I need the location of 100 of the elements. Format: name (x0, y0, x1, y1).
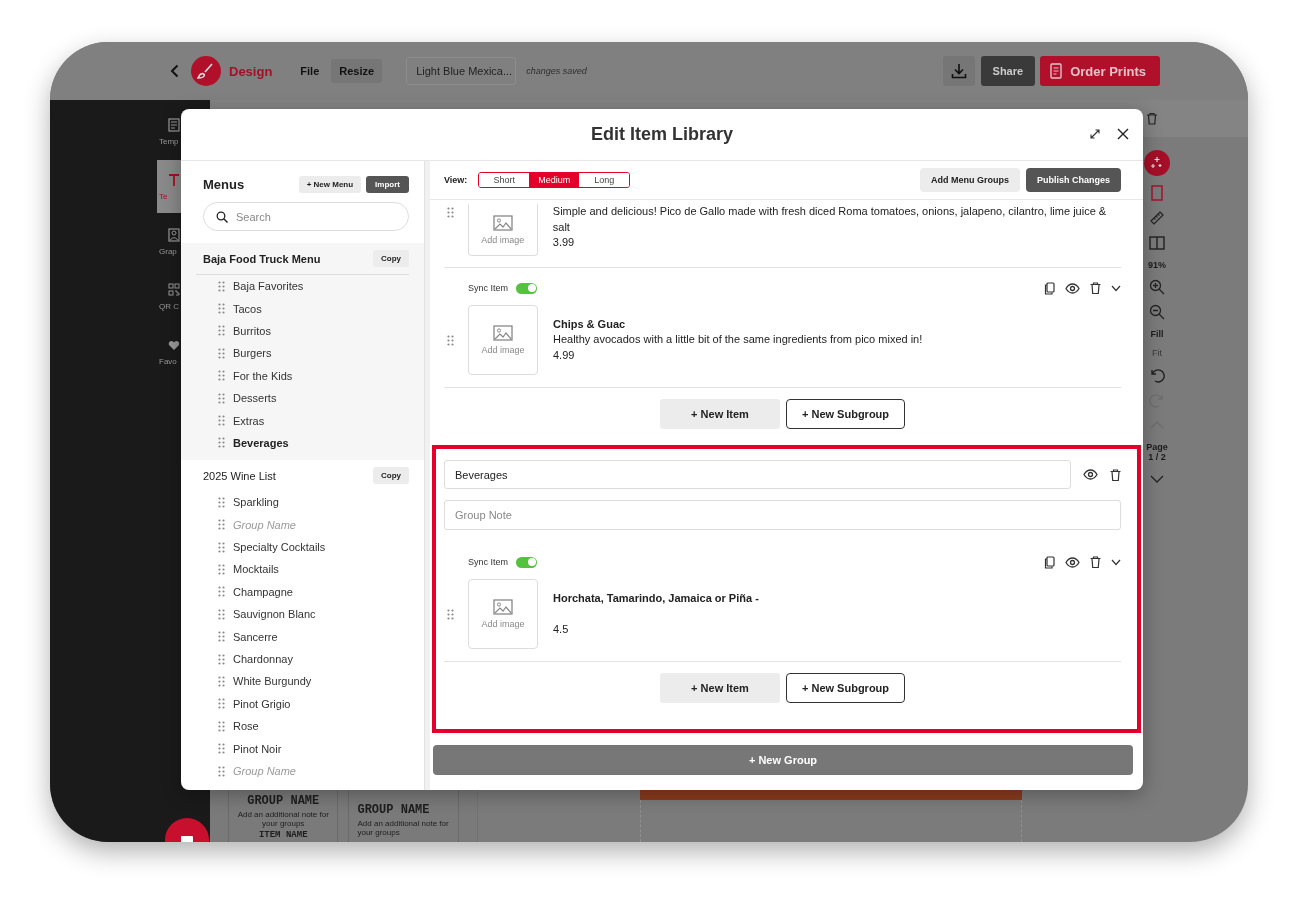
menu-group-item[interactable]: Burgers (181, 342, 424, 365)
file-menu[interactable]: File (292, 59, 328, 83)
chevron-down-icon[interactable] (1111, 284, 1121, 292)
item-price: 4.5 (553, 621, 570, 637)
drag-handle-icon[interactable] (218, 608, 225, 620)
new-group-button[interactable]: + New Group (433, 745, 1133, 775)
drag-handle-icon[interactable] (218, 392, 225, 404)
menu-group-item[interactable]: Rose (181, 715, 424, 738)
eye-icon[interactable] (1083, 469, 1098, 480)
menu-group-item[interactable]: Sauvignon Blanc (181, 603, 424, 626)
ruler-icon[interactable] (1149, 210, 1165, 226)
menu-group-item[interactable]: Extras (181, 409, 424, 432)
menu-group-item[interactable]: White Burgundy (181, 670, 424, 693)
drag-handle-icon[interactable] (447, 334, 454, 346)
drag-handle-icon[interactable] (218, 541, 225, 553)
sparkle-button[interactable] (1144, 150, 1170, 176)
drag-handle-icon[interactable] (218, 720, 225, 732)
menu-group-item[interactable]: Chardonnay (181, 647, 424, 671)
drag-handle-icon[interactable] (218, 496, 225, 508)
menu-group-item[interactable]: Champagne (181, 580, 424, 604)
trash-icon[interactable] (1090, 282, 1101, 294)
add-image-button[interactable]: Add image (467, 204, 538, 256)
menu-group-item[interactable]: Desserts (181, 386, 424, 410)
new-subgroup-button[interactable]: + New Subgroup (786, 399, 905, 429)
back-icon[interactable] (170, 64, 179, 78)
menu-group-item[interactable]: Specialty Cocktails (181, 535, 424, 559)
menu-group-item[interactable]: For the Kids (181, 364, 424, 387)
group-name-field[interactable]: Beverages (444, 460, 1071, 489)
order-prints-button[interactable]: Order Prints (1040, 56, 1160, 86)
zoom-out-icon[interactable] (1149, 304, 1165, 320)
menu-group-item[interactable]: Sparkling (181, 491, 424, 514)
add-image-button[interactable]: Add image (468, 579, 538, 649)
drag-handle-icon[interactable] (218, 347, 225, 359)
drag-handle-icon[interactable] (218, 415, 225, 427)
drag-handle-icon[interactable] (447, 608, 454, 620)
page-icon[interactable] (1149, 185, 1165, 201)
copy-icon[interactable] (1044, 555, 1055, 569)
drag-handle-icon[interactable] (447, 207, 454, 218)
new-subgroup-button[interactable]: + New Subgroup (786, 673, 905, 703)
tool-tab[interactable]: Grap (157, 215, 181, 268)
drag-handle-icon[interactable] (218, 765, 225, 777)
document-icon (1050, 63, 1063, 79)
drag-handle-icon[interactable] (218, 303, 225, 315)
resize-button[interactable]: Resize (331, 59, 383, 83)
group-note-field[interactable]: Group Note (444, 500, 1121, 530)
tool-tab[interactable]: Favo (157, 325, 181, 378)
tool-tab[interactable]: Temp (157, 105, 181, 158)
menu-group-item[interactable]: Pinot Noir (181, 737, 424, 760)
document-title-field[interactable]: Light Blue Mexica... (406, 57, 517, 85)
menu-group-item[interactable]: Baja Favorites (181, 275, 424, 298)
eye-icon[interactable] (1065, 556, 1080, 568)
publish-changes-button[interactable]: Publish Changes (1026, 168, 1121, 192)
eye-icon[interactable] (1065, 282, 1080, 294)
drag-handle-icon[interactable] (218, 653, 225, 665)
columns-icon[interactable] (1149, 235, 1165, 251)
menu-group-item[interactable]: Sancerre (181, 625, 424, 648)
view-tab[interactable]: Medium (529, 173, 580, 187)
drag-handle-icon[interactable] (218, 675, 225, 687)
drag-handle-icon[interactable] (218, 280, 225, 292)
image-icon (492, 214, 513, 231)
share-button[interactable]: Share (980, 56, 1036, 86)
drag-handle-icon[interactable] (218, 519, 225, 531)
trash-icon[interactable] (1110, 468, 1121, 481)
menu-section[interactable]: 2025 Wine List Copy Sparkling Group Name Specialty Cocktails Mocktails Champagne Sauvignon Blanc Sancerre Chardonnay White Burgundy Pinot Grigio Rose Pinot Noir Group Name (181, 460, 424, 789)
menu-group-item[interactable]: Pinot Grigio (181, 692, 424, 716)
drag-handle-icon[interactable] (218, 370, 225, 382)
expand-icon[interactable] (1090, 129, 1100, 139)
add-menu-groups-button[interactable]: Add Menu Groups (920, 168, 1020, 192)
import-button[interactable]: Import (366, 175, 409, 193)
new-item-button[interactable]: + New Item (660, 673, 780, 703)
sync-toggle[interactable] (516, 282, 537, 294)
drag-handle-icon[interactable] (218, 743, 225, 755)
tool-tab[interactable]: QR C (157, 270, 181, 323)
fill-button[interactable]: Fill (1150, 329, 1164, 339)
undo-icon[interactable] (1149, 367, 1165, 383)
chevron-down-icon[interactable] (1111, 558, 1121, 566)
copy-icon[interactable] (1044, 281, 1055, 295)
menu-group-item[interactable]: Burritos (181, 319, 424, 343)
drag-handle-icon[interactable] (218, 586, 225, 598)
zoom-in-icon[interactable] (1149, 279, 1165, 295)
new-item-button[interactable]: + New Item (660, 399, 780, 429)
drag-handle-icon[interactable] (218, 325, 225, 337)
item-description: Healthy avocados with a little bit of the same ingredients from pico mixed in! (553, 332, 923, 348)
drag-handle-icon[interactable] (218, 437, 225, 449)
new-menu-button[interactable]: + New Menu (298, 175, 362, 193)
drag-handle-icon[interactable] (218, 564, 225, 575)
copy-button[interactable]: Copy (373, 467, 409, 485)
sync-toggle[interactable] (516, 556, 537, 568)
download-button[interactable] (942, 56, 975, 86)
menu-group-item[interactable]: Beverages (181, 431, 424, 455)
sync-label: Sync Item (468, 557, 508, 567)
drag-handle-icon[interactable] (218, 698, 225, 710)
menu-group-item[interactable]: Mocktails (181, 558, 424, 581)
menu-group-item[interactable]: Tacos (181, 297, 424, 320)
add-image-button[interactable]: Add image (468, 305, 538, 375)
menu-section[interactable]: Baja Food Truck Menu Copy Baja Favorites Tacos Burritos Burgers For the Kids Desserts Extras Beverages (181, 243, 424, 461)
close-icon[interactable] (1117, 128, 1129, 140)
copy-button[interactable]: Copy (373, 250, 409, 267)
trash-icon[interactable] (1090, 556, 1101, 568)
drag-handle-icon[interactable] (218, 631, 225, 643)
